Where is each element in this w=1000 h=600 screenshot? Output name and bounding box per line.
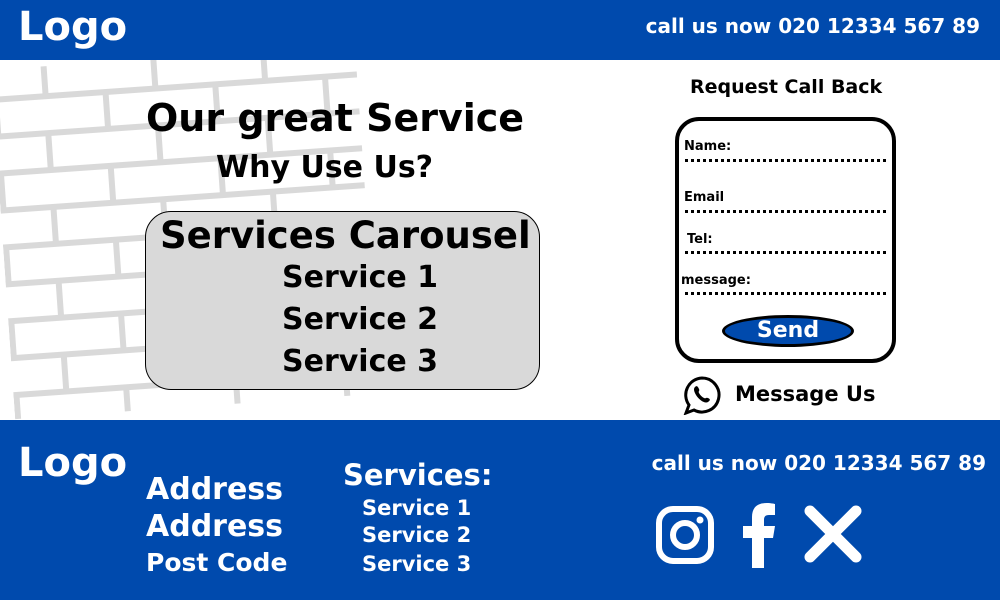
tel-field[interactable] [685,251,886,254]
carousel-title: Services Carousel [160,214,531,257]
footer-service-link[interactable]: Service 1 [362,496,471,520]
name-label: Name: [684,139,732,154]
services-carousel[interactable]: Services Carousel Service 1 Service 2 Se… [145,211,540,390]
carousel-item[interactable]: Service 3 [282,344,438,379]
hero-title: Our great Service [146,96,525,140]
facebook-icon[interactable] [740,502,780,568]
carousel-item[interactable]: Service 1 [282,260,438,295]
message-us-link[interactable]: Message Us [735,382,875,406]
footer-service-link[interactable]: Service 3 [362,552,471,576]
email-field[interactable] [685,210,886,213]
header-phone[interactable]: call us now 020 12334 567 89 [646,14,980,38]
footer-service-link[interactable]: Service 2 [362,523,471,547]
tel-label: Tel: [687,232,713,247]
callback-title: Request Call Back [690,76,883,98]
carousel-item[interactable]: Service 2 [282,302,438,337]
message-field[interactable] [685,292,886,295]
footer-phone[interactable]: call us now 020 12334 567 89 [652,451,986,475]
message-label: message: [681,273,751,288]
name-field[interactable] [685,159,886,162]
header-logo[interactable]: Logo [18,4,127,50]
send-button[interactable]: Send [722,315,854,347]
instagram-icon[interactable] [655,505,715,565]
footer: Logo Address Address Post Code Services:… [0,420,1000,600]
email-label: Email [684,190,725,205]
whatsapp-icon[interactable] [682,375,722,416]
footer-logo[interactable]: Logo [18,440,127,486]
header: Logo call us now 020 12334 567 89 [0,0,1000,60]
footer-address-line: Address [146,509,284,544]
footer-services-title: Services: [343,458,493,492]
footer-address-line: Address [146,472,284,507]
hero-subtitle: Why Use Us? [216,150,434,185]
footer-postcode: Post Code [146,548,288,577]
callback-form: Name: Email Tel: message: Send [675,117,896,363]
x-icon[interactable] [802,503,864,565]
